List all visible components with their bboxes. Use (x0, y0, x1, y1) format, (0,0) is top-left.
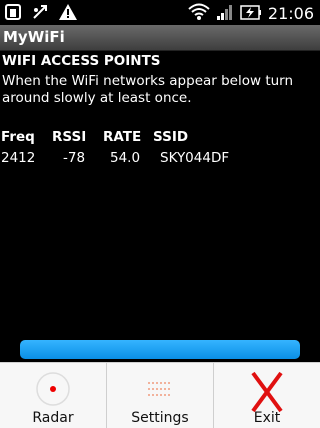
scan-progress-bar (20, 340, 300, 359)
settings-icon (140, 371, 180, 407)
menu-item-radar[interactable]: Radar (0, 363, 107, 428)
column-header-freq: Freq (1, 129, 35, 145)
options-menu: Radar Settings Exit (0, 362, 320, 428)
battery-charging-icon (240, 3, 262, 25)
page-heading: WIFI ACCESS POINTS (2, 53, 161, 69)
usb-debug-icon (31, 3, 49, 25)
cell-ssid: SKY044DF (160, 150, 230, 166)
warning-icon (58, 3, 78, 25)
column-header-rssi: RSSI (52, 129, 87, 145)
app-title-bar: MyWiFi (0, 25, 320, 51)
menu-item-exit[interactable]: Exit (214, 363, 320, 428)
instruction-text: When the WiFi networks appear below turn… (2, 73, 294, 106)
cell-rate: 54.0 (110, 150, 141, 166)
cell-freq: 2412 (1, 150, 36, 166)
radar-icon (33, 371, 73, 407)
menu-label-exit: Exit (253, 410, 281, 426)
cell-rssi: -78 (63, 150, 86, 166)
notification-icon (4, 3, 22, 25)
column-header-rate: RATE (103, 129, 142, 145)
clock: 21:06 (267, 4, 314, 23)
menu-label-settings: Settings (131, 410, 189, 426)
signal-icon (216, 3, 234, 25)
column-header-ssid: SSID (153, 129, 189, 145)
wifi-icon (188, 3, 210, 25)
menu-label-radar: Radar (32, 410, 74, 426)
status-bar: 21:06 (0, 0, 320, 25)
menu-item-settings[interactable]: Settings (107, 363, 214, 428)
app-title: MyWiFi (3, 28, 65, 46)
exit-x-icon (247, 371, 287, 413)
